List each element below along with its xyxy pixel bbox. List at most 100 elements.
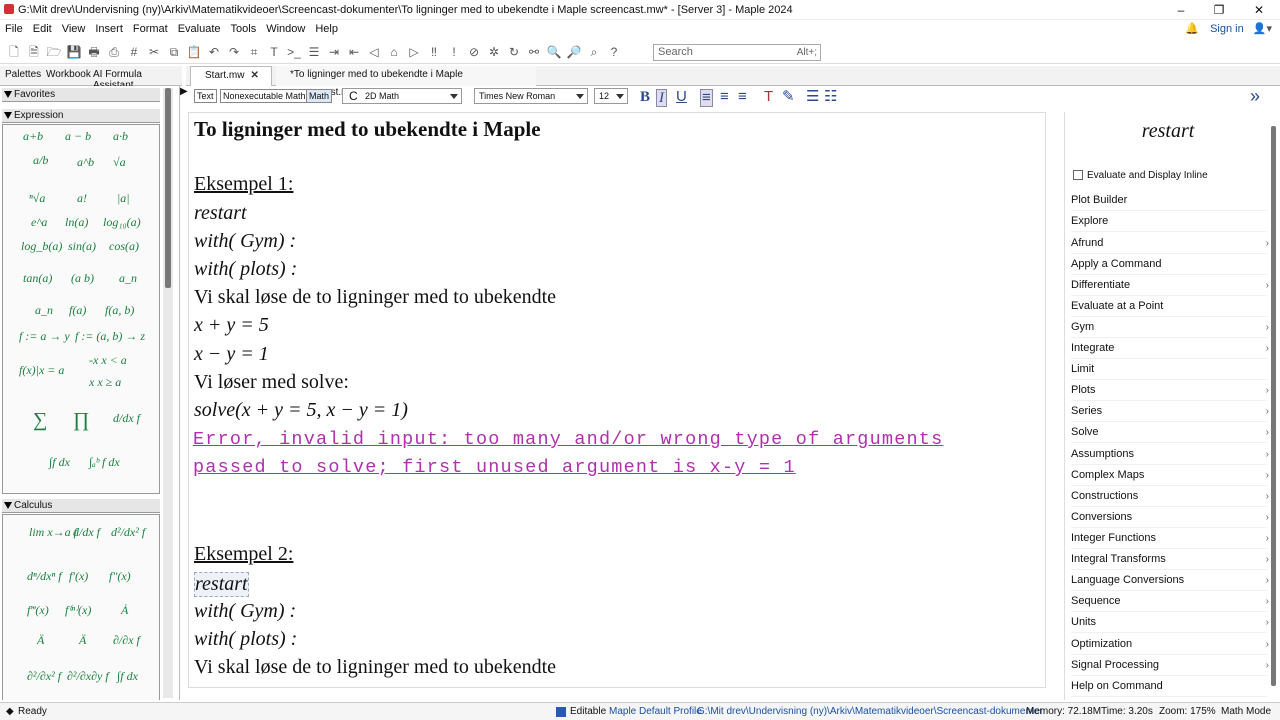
print-icon[interactable]: 🖶: [85, 43, 103, 61]
palette-item[interactable]: d²/dx² f: [111, 525, 145, 540]
context-menu-item[interactable]: Differentiate ›: [1071, 275, 1269, 296]
italic-icon[interactable]: I: [656, 89, 667, 107]
palette-item[interactable]: cos(a): [109, 239, 139, 254]
context-menu-item[interactable]: Plots ›: [1071, 380, 1269, 401]
context-menu-item[interactable]: Units ›: [1071, 612, 1269, 633]
indent-icon[interactable]: ⇥: [325, 43, 343, 61]
collapse-context-panel-icon[interactable]: »: [1250, 86, 1260, 107]
close-tab-icon[interactable]: ✕: [250, 70, 258, 81]
stop-icon[interactable]: ⊘: [465, 43, 483, 61]
underline-icon[interactable]: U: [676, 89, 687, 105]
tab-workbook[interactable]: Workbook: [46, 69, 91, 80]
search-input[interactable]: Search Alt+;: [653, 44, 821, 61]
menu-edit[interactable]: Edit: [28, 20, 57, 38]
context-menu-item[interactable]: Integral Transforms ›: [1071, 549, 1269, 570]
numbered-list-icon[interactable]: ☷: [824, 89, 837, 105]
new-worksheet-icon[interactable]: 🗎: [25, 43, 43, 61]
context-menu-item[interactable]: Complex Maps ›: [1071, 465, 1269, 486]
palette-item[interactable]: a/b: [33, 153, 48, 168]
palette-item[interactable]: f‴(x): [27, 603, 49, 618]
align-center-icon[interactable]: ≡: [720, 89, 729, 105]
palette-item[interactable]: f(a): [69, 303, 86, 318]
palette-item[interactable]: f := (a, b) → z: [75, 329, 145, 344]
context-scroll-thumb[interactable]: [1271, 126, 1276, 686]
menu-evaluate[interactable]: Evaluate: [173, 20, 226, 38]
palette-item[interactable]: a+b: [23, 129, 43, 144]
home-icon[interactable]: ⌂: [385, 43, 403, 61]
palette-item[interactable]: log₁₀(a): [103, 215, 141, 230]
palette-item[interactable]: ∫f dx: [49, 455, 70, 470]
back-icon[interactable]: ◁: [365, 43, 383, 61]
palette-item[interactable]: (a b): [71, 271, 94, 286]
palette-item[interactable]: Ȧ: [121, 603, 128, 618]
context-menu-item[interactable]: Signal Processing ›: [1071, 655, 1269, 676]
favorites-header[interactable]: Favorites: [2, 88, 160, 102]
context-menu-item[interactable]: Plot Builder: [1071, 190, 1267, 211]
menu-window[interactable]: Window: [261, 20, 310, 38]
menu-format[interactable]: Format: [128, 20, 173, 38]
palette-item[interactable]: ∂²/∂x∂y f: [67, 669, 109, 684]
bullet-list-icon[interactable]: ☰: [806, 89, 819, 105]
palette-item[interactable]: f(a, b): [105, 303, 134, 318]
palette-item[interactable]: a!: [77, 191, 87, 206]
context-menu-item[interactable]: Solve ›: [1071, 422, 1269, 443]
context-menu-item[interactable]: Language Conversions ›: [1071, 570, 1269, 591]
context-menu-item[interactable]: Optimization ›: [1071, 634, 1269, 655]
palette-scrollbar[interactable]: [163, 88, 173, 698]
menu-help[interactable]: Help: [310, 20, 343, 38]
palette-item[interactable]: ∑: [33, 409, 47, 432]
palette-item[interactable]: x x ≥ a: [89, 375, 121, 390]
close-button[interactable]: ✕: [1244, 2, 1274, 18]
context-menu-item[interactable]: Apply a Command: [1071, 254, 1267, 275]
cut-icon[interactable]: ✂: [145, 43, 163, 61]
palette-item[interactable]: d/dx f: [113, 411, 140, 426]
context-menu-item[interactable]: Series ›: [1071, 401, 1269, 422]
prompt-icon[interactable]: >_: [285, 43, 303, 61]
restart-icon[interactable]: ↻: [505, 43, 523, 61]
palette-item[interactable]: ∏: [73, 409, 89, 432]
zoom-in-icon[interactable]: 🔍: [545, 43, 563, 61]
math-mode-button[interactable]: Math: [306, 89, 333, 103]
palette-item[interactable]: f := a → y: [19, 329, 70, 344]
palette-item[interactable]: tan(a): [23, 271, 52, 286]
execute-icon[interactable]: !: [445, 43, 463, 61]
highlight-icon[interactable]: ✎: [782, 89, 795, 105]
math-input[interactable]: x + y = 5: [194, 314, 269, 337]
context-menu-item[interactable]: Integer Functions ›: [1071, 528, 1269, 549]
grid-icon[interactable]: #: [125, 43, 143, 61]
context-menu-item[interactable]: Explore: [1071, 211, 1267, 232]
text-mode-button[interactable]: Text: [194, 89, 217, 103]
menu-tools[interactable]: Tools: [226, 20, 262, 38]
context-panel-scrollbar[interactable]: [1271, 126, 1277, 686]
palette-item[interactable]: f′(x): [69, 569, 88, 584]
user-icon[interactable]: 👤▾: [1253, 23, 1272, 35]
context-menu-item[interactable]: Constructions ›: [1071, 486, 1269, 507]
forward-icon[interactable]: ▷: [405, 43, 423, 61]
editable-checkbox[interactable]: [556, 707, 566, 717]
math-mode-select[interactable]: C 2D Math: [342, 88, 462, 104]
palette-item[interactable]: ln(a): [65, 215, 88, 230]
undo-icon[interactable]: ↶: [205, 43, 223, 61]
redo-icon[interactable]: ↷: [225, 43, 243, 61]
nonexecutable-math-button[interactable]: Nonexecutable Math: [220, 89, 309, 103]
menu-file[interactable]: File: [0, 20, 28, 38]
math-input[interactable]: with( Gym) :: [194, 230, 296, 253]
copy-icon[interactable]: ⧉: [165, 43, 183, 61]
align-right-icon[interactable]: ≡: [738, 89, 747, 105]
palette-scroll-thumb[interactable]: [165, 88, 171, 288]
palette-item[interactable]: ∂/∂x f: [113, 633, 140, 648]
debug-icon[interactable]: ✲: [485, 43, 503, 61]
tab-palettes[interactable]: Palettes: [5, 69, 41, 80]
palette-item[interactable]: a·b: [113, 129, 128, 144]
context-menu-item[interactable]: Gym ›: [1071, 317, 1269, 338]
math-input[interactable]: with( plots) :: [194, 628, 297, 651]
insert-math-icon[interactable]: ⌗: [245, 43, 263, 61]
palette-item[interactable]: log_b(a): [21, 239, 62, 254]
palette-item[interactable]: ∂²/∂x² f: [27, 669, 61, 684]
status-profile[interactable]: Maple Default Profile: [609, 706, 702, 717]
context-menu-item[interactable]: Conversions ›: [1071, 507, 1269, 528]
palette-item[interactable]: a_n: [35, 303, 53, 318]
print-preview-icon[interactable]: ⎙: [105, 43, 123, 61]
math-input-selected[interactable]: restart: [194, 572, 249, 597]
math-input[interactable]: restart: [194, 202, 247, 225]
